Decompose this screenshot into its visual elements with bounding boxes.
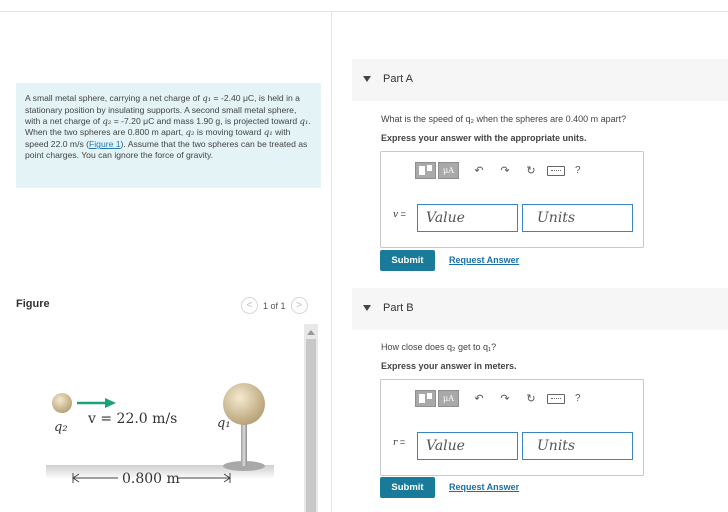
part-b-header[interactable]: Part B [352,288,728,330]
part-b-instruction: Express your answer in meters. [381,361,517,371]
reset-icon[interactable]: ↻ [525,164,537,177]
next-figure-button[interactable]: > [290,297,308,314]
value-input[interactable]: Value [417,204,518,232]
part-a-submit-button[interactable]: Submit [380,250,435,271]
distance-label: 0.800 m [122,471,180,487]
top-border [0,11,728,12]
math-toolbar: μA ↶ ↷ ↻ ? [415,162,581,179]
v-variable-label: v = [393,209,406,220]
q2-label: q₂ [54,420,68,435]
problem-text: = -7.20 μC and mass 1.90 g, is projected… [111,115,300,126]
insulating-support [241,418,247,466]
q2-symbol: q₂ [102,116,112,127]
collapse-caret-icon[interactable] [363,305,371,311]
units-input[interactable]: Units [522,204,633,232]
figure-scrollbar[interactable] [304,324,318,512]
keyboard-icon[interactable] [547,393,565,404]
redo-icon[interactable]: ↷ [499,392,511,405]
part-b-submit-button[interactable]: Submit [380,477,435,498]
math-toolbar: μA ↶ ↷ ↻ ? [415,390,581,407]
redo-icon[interactable]: ↷ [499,164,511,177]
q1-symbol: q₁ [263,128,273,139]
q1-label: q₁ [217,416,231,431]
value-input[interactable]: Value [417,432,518,460]
velocity-arrowhead [105,398,116,408]
help-icon[interactable]: ? [575,165,581,176]
part-b-question: How close does q₂ get to q₁? [381,342,497,352]
part-a-instruction: Express your answer with the appropriate… [381,133,587,143]
keyboard-icon[interactable] [547,165,565,176]
part-a-title: Part A [383,73,413,85]
undo-icon[interactable]: ↶ [473,392,485,405]
help-icon[interactable]: ? [575,393,581,404]
reset-icon[interactable]: ↻ [525,392,537,405]
part-b-title: Part B [383,302,414,314]
q2-sphere [52,393,72,413]
panel-divider [331,12,332,512]
figure-title: Figure [16,298,50,310]
templates-icon[interactable] [415,162,436,179]
scroll-up-arrow-icon[interactable] [307,330,315,335]
mu-units-icon[interactable]: μA [438,390,459,407]
collapse-caret-icon[interactable] [363,76,371,82]
part-b-answer-box: μA ↶ ↷ ↻ ? r = Value Units [380,379,644,476]
problem-text: A small metal sphere, carrying a net cha… [25,93,203,103]
part-a-question: What is the speed of q₂ when the spheres… [381,114,627,124]
figure-pager: < 1 of 1 > [241,297,308,314]
figure-diagram: q₂ v = 22.0 m/s q₁ 0.800 m [46,383,274,487]
figure-page-indicator: 1 of 1 [263,300,286,311]
part-a-header[interactable]: Part A [352,59,728,101]
r-variable-label: r = [393,437,406,448]
velocity-label: v = 22.0 m/s [87,411,177,427]
figure-link[interactable]: Figure 1 [89,139,121,149]
scrollbar-thumb[interactable] [306,339,316,512]
part-a-request-answer-link[interactable]: Request Answer [449,255,519,265]
q1-symbol: q₁ [202,94,212,104]
undo-icon[interactable]: ↶ [473,164,485,177]
problem-text: is moving toward [194,127,264,138]
mu-units-icon[interactable]: μA [438,162,459,179]
templates-icon[interactable] [415,390,436,407]
units-input[interactable]: Units [522,432,633,460]
part-b-request-answer-link[interactable]: Request Answer [449,482,519,492]
problem-statement: A small metal sphere, carrying a net cha… [16,83,321,188]
part-a-answer-box: μA ↶ ↷ ↻ ? v = Value Units [380,151,644,248]
prev-figure-button[interactable]: < [241,297,258,314]
